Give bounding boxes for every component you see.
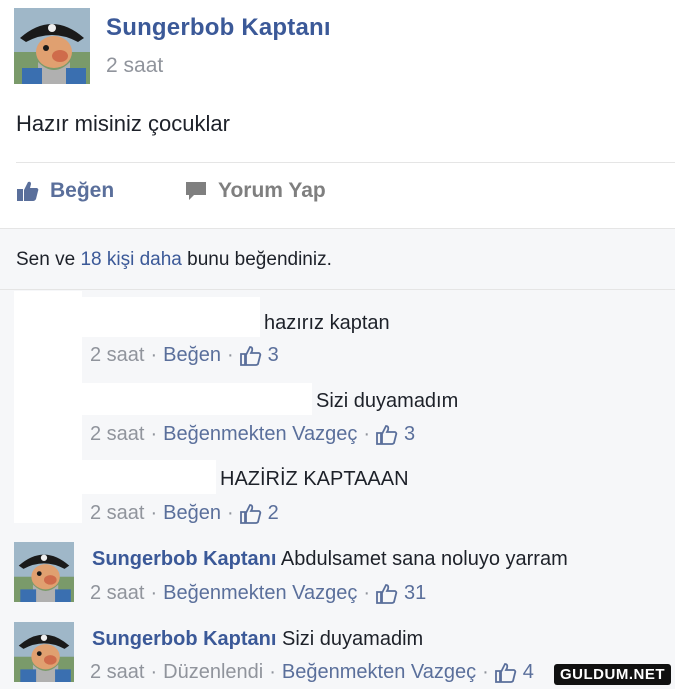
redacted-name — [82, 297, 260, 337]
comment-text: Sizi duyamadim — [282, 628, 424, 650]
comment-meta: 2 saat · Düzenlendi · Beğenmekten Vazgeç… — [90, 661, 534, 684]
comment-text: Abdulsamet sana noluyo yarram — [280, 548, 568, 570]
comment-author-avatar[interactable] — [14, 542, 74, 602]
comment-time[interactable]: 2 saat — [90, 661, 144, 684]
comment-unlike-link[interactable]: Beğenmekten Vazgeç — [163, 582, 357, 605]
comment-time[interactable]: 2 saat — [90, 423, 144, 446]
comment-meta: 2 saat · Beğenmekten Vazgeç · 3 — [90, 423, 415, 446]
redacted-name — [82, 383, 312, 415]
redacted-avatar — [14, 291, 82, 523]
thumbs-up-outline-icon — [494, 662, 517, 683]
separator: · — [363, 582, 371, 604]
watermark: GULDUM.NET — [554, 664, 671, 685]
separator: · — [150, 502, 158, 524]
redacted-name — [82, 460, 216, 494]
thumbs-up-outline-icon — [376, 583, 398, 604]
comment-like-count[interactable]: 3 — [404, 423, 415, 446]
comment-like-count[interactable]: 2 — [268, 502, 279, 525]
comment-meta: 2 saat · Beğen · 3 — [90, 344, 279, 367]
comment-icon — [186, 182, 206, 200]
comment-like-link[interactable]: Beğen — [163, 344, 221, 367]
separator: · — [150, 344, 158, 366]
comment-unlike-link[interactable]: Beğenmekten Vazgeç — [163, 423, 357, 446]
thumbs-up-outline-icon — [239, 345, 261, 366]
comment-text: Sizi duyamadım — [316, 390, 459, 412]
thumbs-up-outline-icon — [239, 503, 261, 524]
comment-like-count[interactable]: 31 — [404, 582, 426, 605]
post-author-avatar[interactable] — [14, 8, 90, 84]
post-timestamp[interactable]: 2 saat — [106, 54, 163, 78]
comment-time[interactable]: 2 saat — [90, 582, 144, 605]
comment-meta: 2 saat · Beğenmekten Vazgeç · 31 — [90, 582, 426, 605]
comment-author[interactable]: Sungerbob Kaptanı — [92, 548, 276, 570]
post-author-name[interactable]: Sungerbob Kaptanı — [106, 14, 331, 42]
comment-like-count[interactable]: 4 — [523, 661, 534, 684]
thumbs-up-icon — [17, 181, 39, 201]
separator: · — [227, 502, 234, 524]
separator: · — [150, 582, 158, 604]
separator: · — [363, 423, 371, 445]
comment-body: Sungerbob Kaptanı Abdulsamet sana noluyo… — [92, 548, 568, 571]
like-label: Beğen — [50, 179, 115, 202]
comment-label: Yorum Yap — [218, 179, 326, 202]
like-button[interactable]: Beğen — [16, 179, 114, 203]
likes-summary-suffix: bunu beğendiniz. — [187, 249, 332, 270]
likes-summary-link[interactable]: 18 kişi daha — [80, 249, 181, 270]
comment-unlike-link[interactable]: Beğenmekten Vazgeç — [282, 661, 476, 684]
divider — [16, 162, 675, 163]
comment-like-link[interactable]: Beğen — [163, 502, 221, 525]
separator: · — [227, 344, 234, 366]
comment-text: HAZİRİZ KAPTAAAN — [220, 468, 409, 490]
divider — [0, 228, 675, 229]
comment-time[interactable]: 2 saat — [90, 344, 144, 367]
likes-summary-prefix: Sen ve — [16, 249, 76, 270]
comment-text: hazırız kaptan — [264, 312, 390, 334]
comment-author-avatar[interactable] — [14, 622, 74, 682]
comment-meta: 2 saat · Beğen · 2 — [90, 502, 279, 525]
likes-summary: Sen ve 18 kişi daha bunu beğendiniz. — [16, 249, 332, 271]
separator: · — [150, 661, 158, 683]
thumbs-up-outline-icon — [376, 424, 398, 445]
separator: · — [150, 423, 158, 445]
comment-author[interactable]: Sungerbob Kaptanı — [92, 628, 276, 650]
comment-time[interactable]: 2 saat — [90, 502, 144, 525]
separator: · — [269, 661, 276, 683]
comment-body: Sungerbob Kaptanı Sizi duyamadim — [92, 628, 423, 651]
comment-edited[interactable]: Düzenlendi — [163, 661, 263, 684]
comment-button[interactable]: Yorum Yap — [184, 179, 326, 203]
divider — [0, 289, 675, 290]
comment-like-count[interactable]: 3 — [268, 344, 279, 367]
post-text: Hazır misiniz çocuklar — [16, 111, 230, 136]
separator: · — [482, 661, 489, 683]
